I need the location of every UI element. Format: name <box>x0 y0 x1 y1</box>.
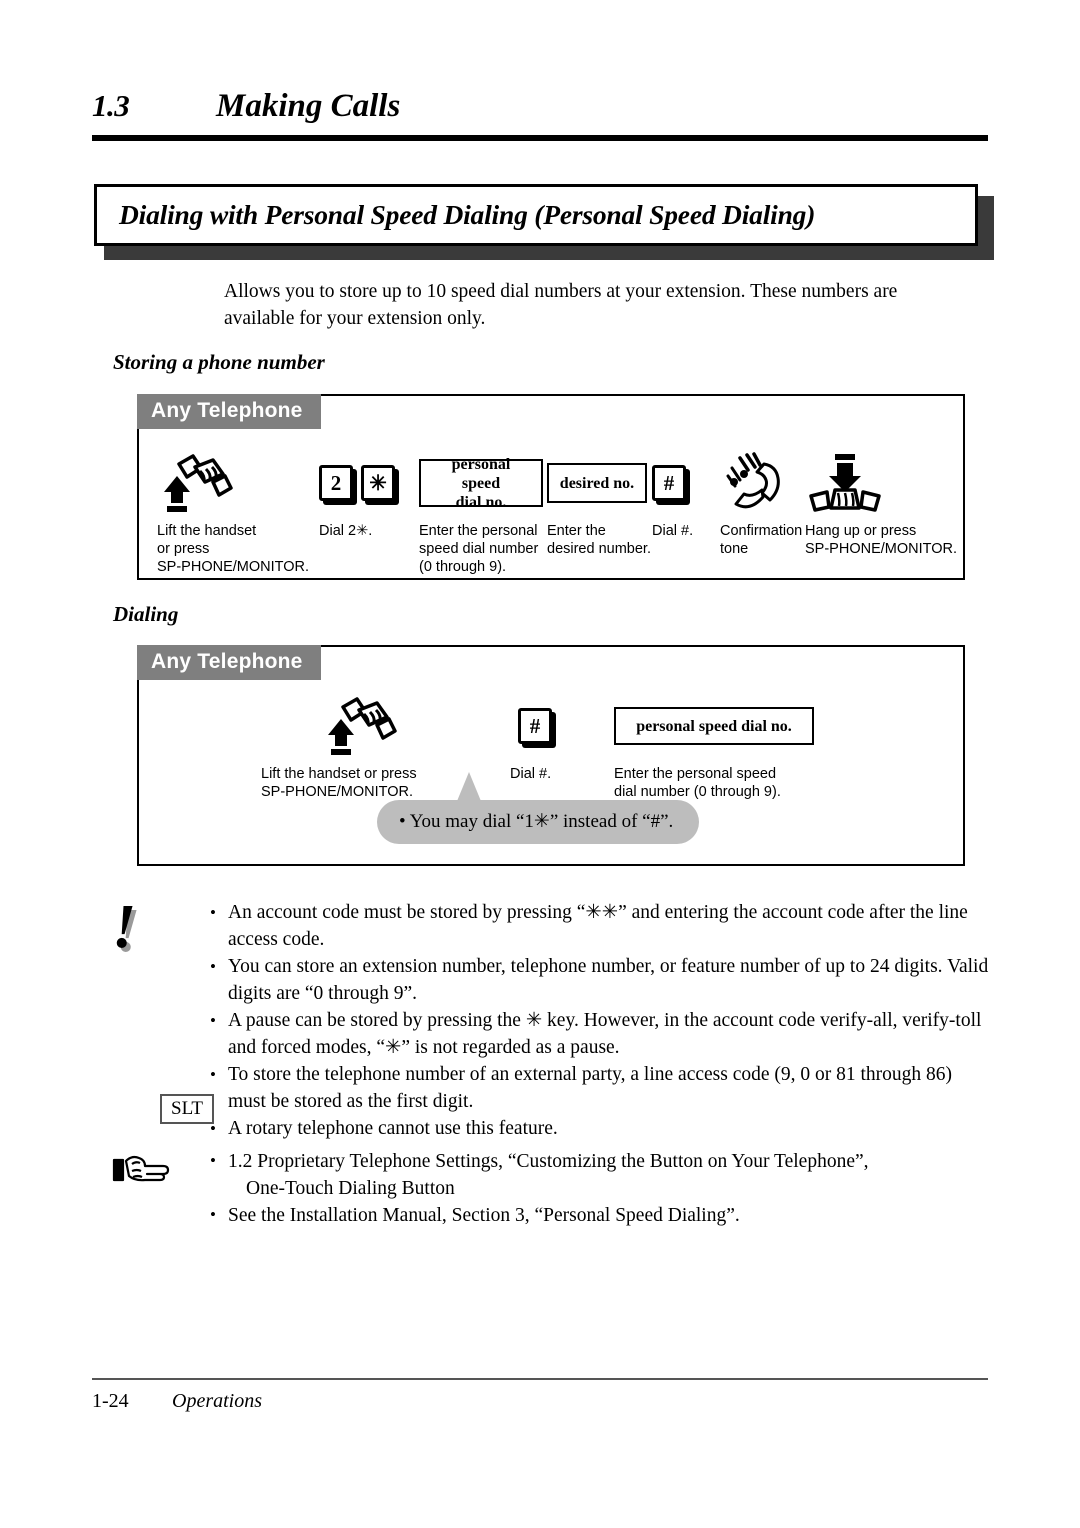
footer-rule <box>92 1378 988 1380</box>
step-label-lift-handset: Lift the handset or press SP-PHONE/MONIT… <box>157 523 309 575</box>
reference-item: • See the Installation Manual, Section 3… <box>210 1202 990 1229</box>
step-dial-2-star: 2 ✳ Dial 2✳. <box>319 452 419 540</box>
subhead-storing-a-phone-number: Storing a phone number <box>113 350 325 374</box>
reference-continuation-text: One-Touch Dialing Button <box>246 1178 455 1199</box>
hang-up-icon <box>805 452 885 514</box>
badge-any-telephone-storing: Any Telephone <box>137 394 321 429</box>
page-footer: 1-24 Operations <box>92 1390 262 1413</box>
feature-title-bar: Dialing with Personal Speed Dialing (Per… <box>94 184 994 260</box>
step-label-enter-desired-number: Enter the desired number. <box>547 523 651 557</box>
keycap-2-face: 2 <box>319 465 353 501</box>
step-lift-handset: Lift the handset or press SP-PHONE/MONIT… <box>157 452 319 576</box>
notes-list: • An account code must be stored by pres… <box>210 900 990 1144</box>
note-text: An account code must be stored by pressi… <box>228 902 968 950</box>
keycaps-hash: # <box>652 452 694 514</box>
step-label-dial-2-star: Dial 2✳. <box>319 523 373 539</box>
note-item: • An account code must be stored by pres… <box>210 900 990 953</box>
step-label-dial-hash: Dial #. <box>652 523 694 539</box>
note-item: • A pause can be stored by pressing the … <box>210 1008 990 1061</box>
keycap-2[interactable]: 2 <box>319 465 357 505</box>
lift-handset-icon <box>157 452 233 514</box>
bullet-icon: • <box>210 903 216 922</box>
keycaps-hash-dialing: # <box>504 695 560 757</box>
step-enter-personal-speed-dial-number: personal speed dial no. Enter the person… <box>419 452 547 576</box>
keycap-star[interactable]: ✳ <box>361 465 399 505</box>
note-item: • To store the telephone number of an ex… <box>210 1062 990 1115</box>
textbox-personal-speed-dial-no[interactable]: personal speed dial no. <box>419 456 543 511</box>
bullet-icon: • <box>210 1205 216 1224</box>
keycap-hash-face: # <box>652 465 686 501</box>
ringing-handset-icon <box>720 452 792 514</box>
step-label-enter-personal-speed-dial-number: Enter the personal speed dial number (0 … <box>419 523 539 575</box>
flow-diagram-storing: Any Telephone Lift the handset or press … <box>137 394 965 580</box>
note-text: To store the telephone number of an exte… <box>228 1064 953 1112</box>
section-number: 1.3 <box>92 88 130 123</box>
reference-item: • 1.2 Proprietary Telephone Settings, “C… <box>210 1148 990 1175</box>
step-dial-hash: # Dial #. <box>652 452 720 540</box>
footer-page-number: 1-24 <box>92 1390 129 1412</box>
note-item-slt: • A rotary telephone cannot use this fea… <box>210 1116 990 1143</box>
step-confirmation-tone: Confirmation tone <box>720 452 805 558</box>
slt-badge: SLT <box>160 1094 215 1124</box>
bullet-icon: • <box>210 1151 216 1170</box>
subhead-dialing: Dialing <box>113 602 179 626</box>
step-hang-up: Hang up or press SP-PHONE/MONITOR. <box>805 452 965 558</box>
step-enter-desired-number: desired no. Enter the desired number. <box>547 452 652 558</box>
keycaps-2-star: 2 ✳ <box>319 452 403 514</box>
step-dialing-dial-hash: # Dial #. <box>504 695 614 783</box>
keycap-star-face: ✳ <box>361 465 395 501</box>
note-item: • You can store an extension number, tel… <box>210 954 990 1007</box>
feature-title-text: Dialing with Personal Speed Dialing (Per… <box>119 199 816 230</box>
footer-section-name: Operations <box>172 1390 262 1412</box>
bullet-icon: • <box>210 957 216 976</box>
reference-text: 1.2 Proprietary Telephone Settings, “Cus… <box>228 1151 869 1172</box>
exclamation-icon: ! <box>112 893 137 961</box>
note-text: A pause can be stored by pressing the ✳ … <box>228 1010 982 1058</box>
header-rule <box>92 135 988 141</box>
steps-storing: Lift the handset or press SP-PHONE/MONIT… <box>157 452 965 576</box>
bullet-icon: • <box>210 1011 216 1030</box>
reference-text: See the Installation Manual, Section 3, … <box>228 1205 740 1226</box>
section-title: Making Calls <box>216 88 401 124</box>
note-text: A rotary telephone cannot use this featu… <box>228 1118 558 1139</box>
references-list: • 1.2 Proprietary Telephone Settings, “C… <box>210 1148 990 1229</box>
flow-diagram-dialing: Any Telephone Lift the handset or press … <box>137 645 965 866</box>
reference-continuation: One-Touch Dialing Button <box>210 1175 990 1202</box>
keycap-hash[interactable]: # <box>652 465 690 505</box>
lift-handset-icon <box>261 695 397 757</box>
feature-title-box: Dialing with Personal Speed Dialing (Per… <box>94 184 978 246</box>
pointing-hand-icon <box>112 1150 172 1190</box>
section-heading-row: 1.3 Making Calls <box>92 88 988 125</box>
textbox-desired-no[interactable]: desired no. <box>547 463 647 503</box>
step-label-hang-up: Hang up or press SP-PHONE/MONITOR. <box>805 523 957 557</box>
note-text: You can store an extension number, telep… <box>228 956 989 1004</box>
badge-any-telephone-dialing: Any Telephone <box>137 645 321 680</box>
bubble-text: • You may dial “1✳” instead of “#”. <box>377 800 700 844</box>
intro-paragraph: Allows you to store up to 10 speed dial … <box>224 281 898 329</box>
page-header: 1.3 Making Calls <box>92 88 988 141</box>
step-label-confirmation-tone: Confirmation tone <box>720 523 803 557</box>
note-bubble-dialing: • You may dial “1✳” instead of “#”. <box>377 772 707 844</box>
keycap-hash-dialing[interactable]: # <box>518 708 556 748</box>
keycap-hash-dialing-face: # <box>518 708 552 744</box>
textbox-personal-speed-dial-no-dialing[interactable]: personal speed dial no. <box>614 707 814 745</box>
